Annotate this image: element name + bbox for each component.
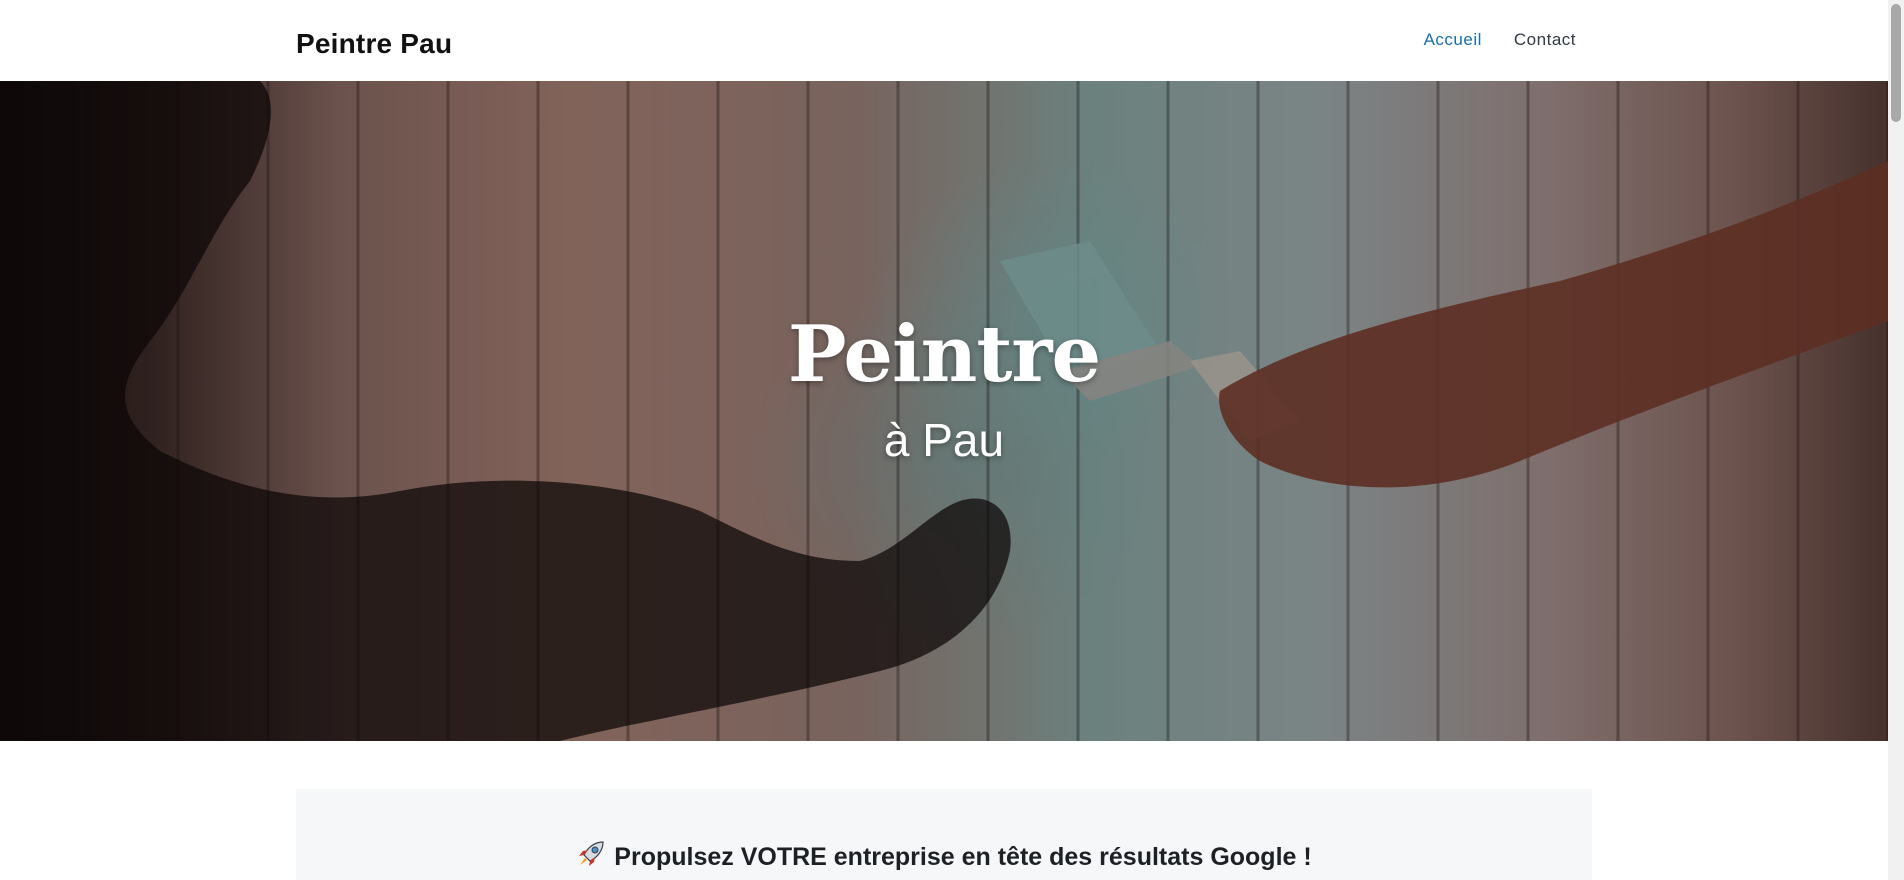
page-scrollbar[interactable] — [1888, 0, 1904, 880]
promo-heading-text: Propulsez VOTRE entreprise en tête des r… — [614, 843, 1312, 871]
nav-link-contact[interactable]: Contact — [1514, 30, 1576, 50]
hero-banner: Peintre à Pau — [0, 81, 1888, 741]
hero-subtitle: à Pau — [883, 414, 1005, 466]
site-title[interactable]: Peintre Pau — [296, 28, 452, 60]
main-nav: Accueil Contact — [1424, 30, 1576, 50]
scrollbar-thumb[interactable] — [1891, 4, 1901, 122]
rocket-icon — [576, 839, 606, 876]
page: Peintre Pau Accueil Contact Peintre à Pa… — [0, 0, 1904, 880]
nav-link-accueil[interactable]: Accueil — [1424, 30, 1482, 50]
site-header: Peintre Pau Accueil Contact — [0, 0, 1888, 81]
hero-title: Peintre — [787, 309, 1101, 400]
promo-heading: Propulsez VOTRE entreprise en tête des r… — [296, 839, 1592, 876]
promo-box: Propulsez VOTRE entreprise en tête des r… — [296, 789, 1592, 880]
hero-overlay — [0, 81, 1888, 741]
